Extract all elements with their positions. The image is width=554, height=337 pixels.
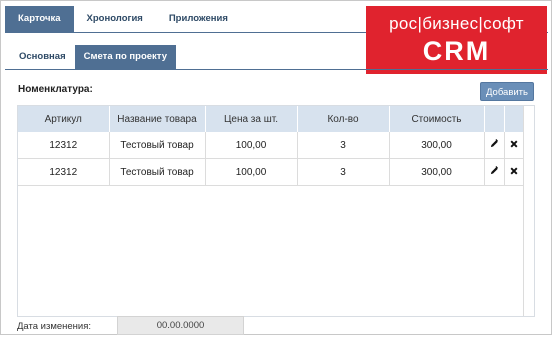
modified-date-label: Дата изменения: xyxy=(17,321,92,332)
tab-project-estimate[interactable]: Смета по проекту xyxy=(74,45,176,69)
nomenclature-grid: Артикул Название товара Цена за шт. Кол-… xyxy=(18,106,525,186)
cell-article: 12312 xyxy=(18,132,110,159)
close-icon[interactable] xyxy=(504,132,525,159)
table-row[interactable]: 12312 Тестовый товар 100,00 3 300,00 xyxy=(18,158,525,186)
nomenclature-label: Номенклатура: xyxy=(18,84,93,95)
pencil-icon[interactable] xyxy=(484,158,505,186)
column-header-article[interactable]: Артикул xyxy=(18,106,110,132)
top-tabs: Карточка Хронология Приложения xyxy=(5,6,241,32)
cell-article: 12312 xyxy=(18,158,110,186)
tab-attachments[interactable]: Приложения xyxy=(156,6,241,32)
table-header-row: Артикул Название товара Цена за шт. Кол-… xyxy=(18,106,525,132)
cell-unit-price: 100,00 xyxy=(205,132,298,159)
sub-tabs: Основная Смета по проекту xyxy=(10,45,176,69)
column-header-unit-price[interactable]: Цена за шт. xyxy=(205,106,298,132)
tab-main[interactable]: Основная xyxy=(10,45,75,69)
logo-text-top: рос|бизнес|софт xyxy=(389,14,524,33)
cell-unit-price: 100,00 xyxy=(205,158,298,186)
cell-cost: 300,00 xyxy=(389,158,485,186)
close-icon[interactable] xyxy=(504,158,525,186)
cell-product-name: Тестовый товар xyxy=(109,132,206,159)
rosbiznessoft-crm-logo: рос|бизнес|софт CRM xyxy=(366,6,547,74)
tab-card[interactable]: Карточка xyxy=(5,6,74,32)
cell-cost: 300,00 xyxy=(389,132,485,159)
pencil-icon[interactable] xyxy=(484,132,505,159)
add-button[interactable]: Добавить xyxy=(480,82,534,101)
nomenclature-table: Артикул Название товара Цена за шт. Кол-… xyxy=(17,105,535,317)
column-header-delete xyxy=(504,106,525,132)
table-scrollbar[interactable] xyxy=(523,106,534,316)
sub-tabs-divider xyxy=(5,69,548,70)
cell-product-name: Тестовый товар xyxy=(109,158,206,186)
tab-history[interactable]: Хронология xyxy=(74,6,156,32)
table-row[interactable]: 12312 Тестовый товар 100,00 3 300,00 xyxy=(18,132,525,159)
column-header-cost[interactable]: Стоимость xyxy=(389,106,485,132)
column-header-quantity[interactable]: Кол-во xyxy=(297,106,390,132)
column-header-edit xyxy=(484,106,505,132)
column-header-product-name[interactable]: Название товара xyxy=(109,106,206,132)
cell-quantity: 3 xyxy=(297,158,390,186)
logo-text-bottom: CRM xyxy=(422,36,491,66)
cell-quantity: 3 xyxy=(297,132,390,159)
modified-date-field: 00.00.0000 xyxy=(117,316,244,335)
